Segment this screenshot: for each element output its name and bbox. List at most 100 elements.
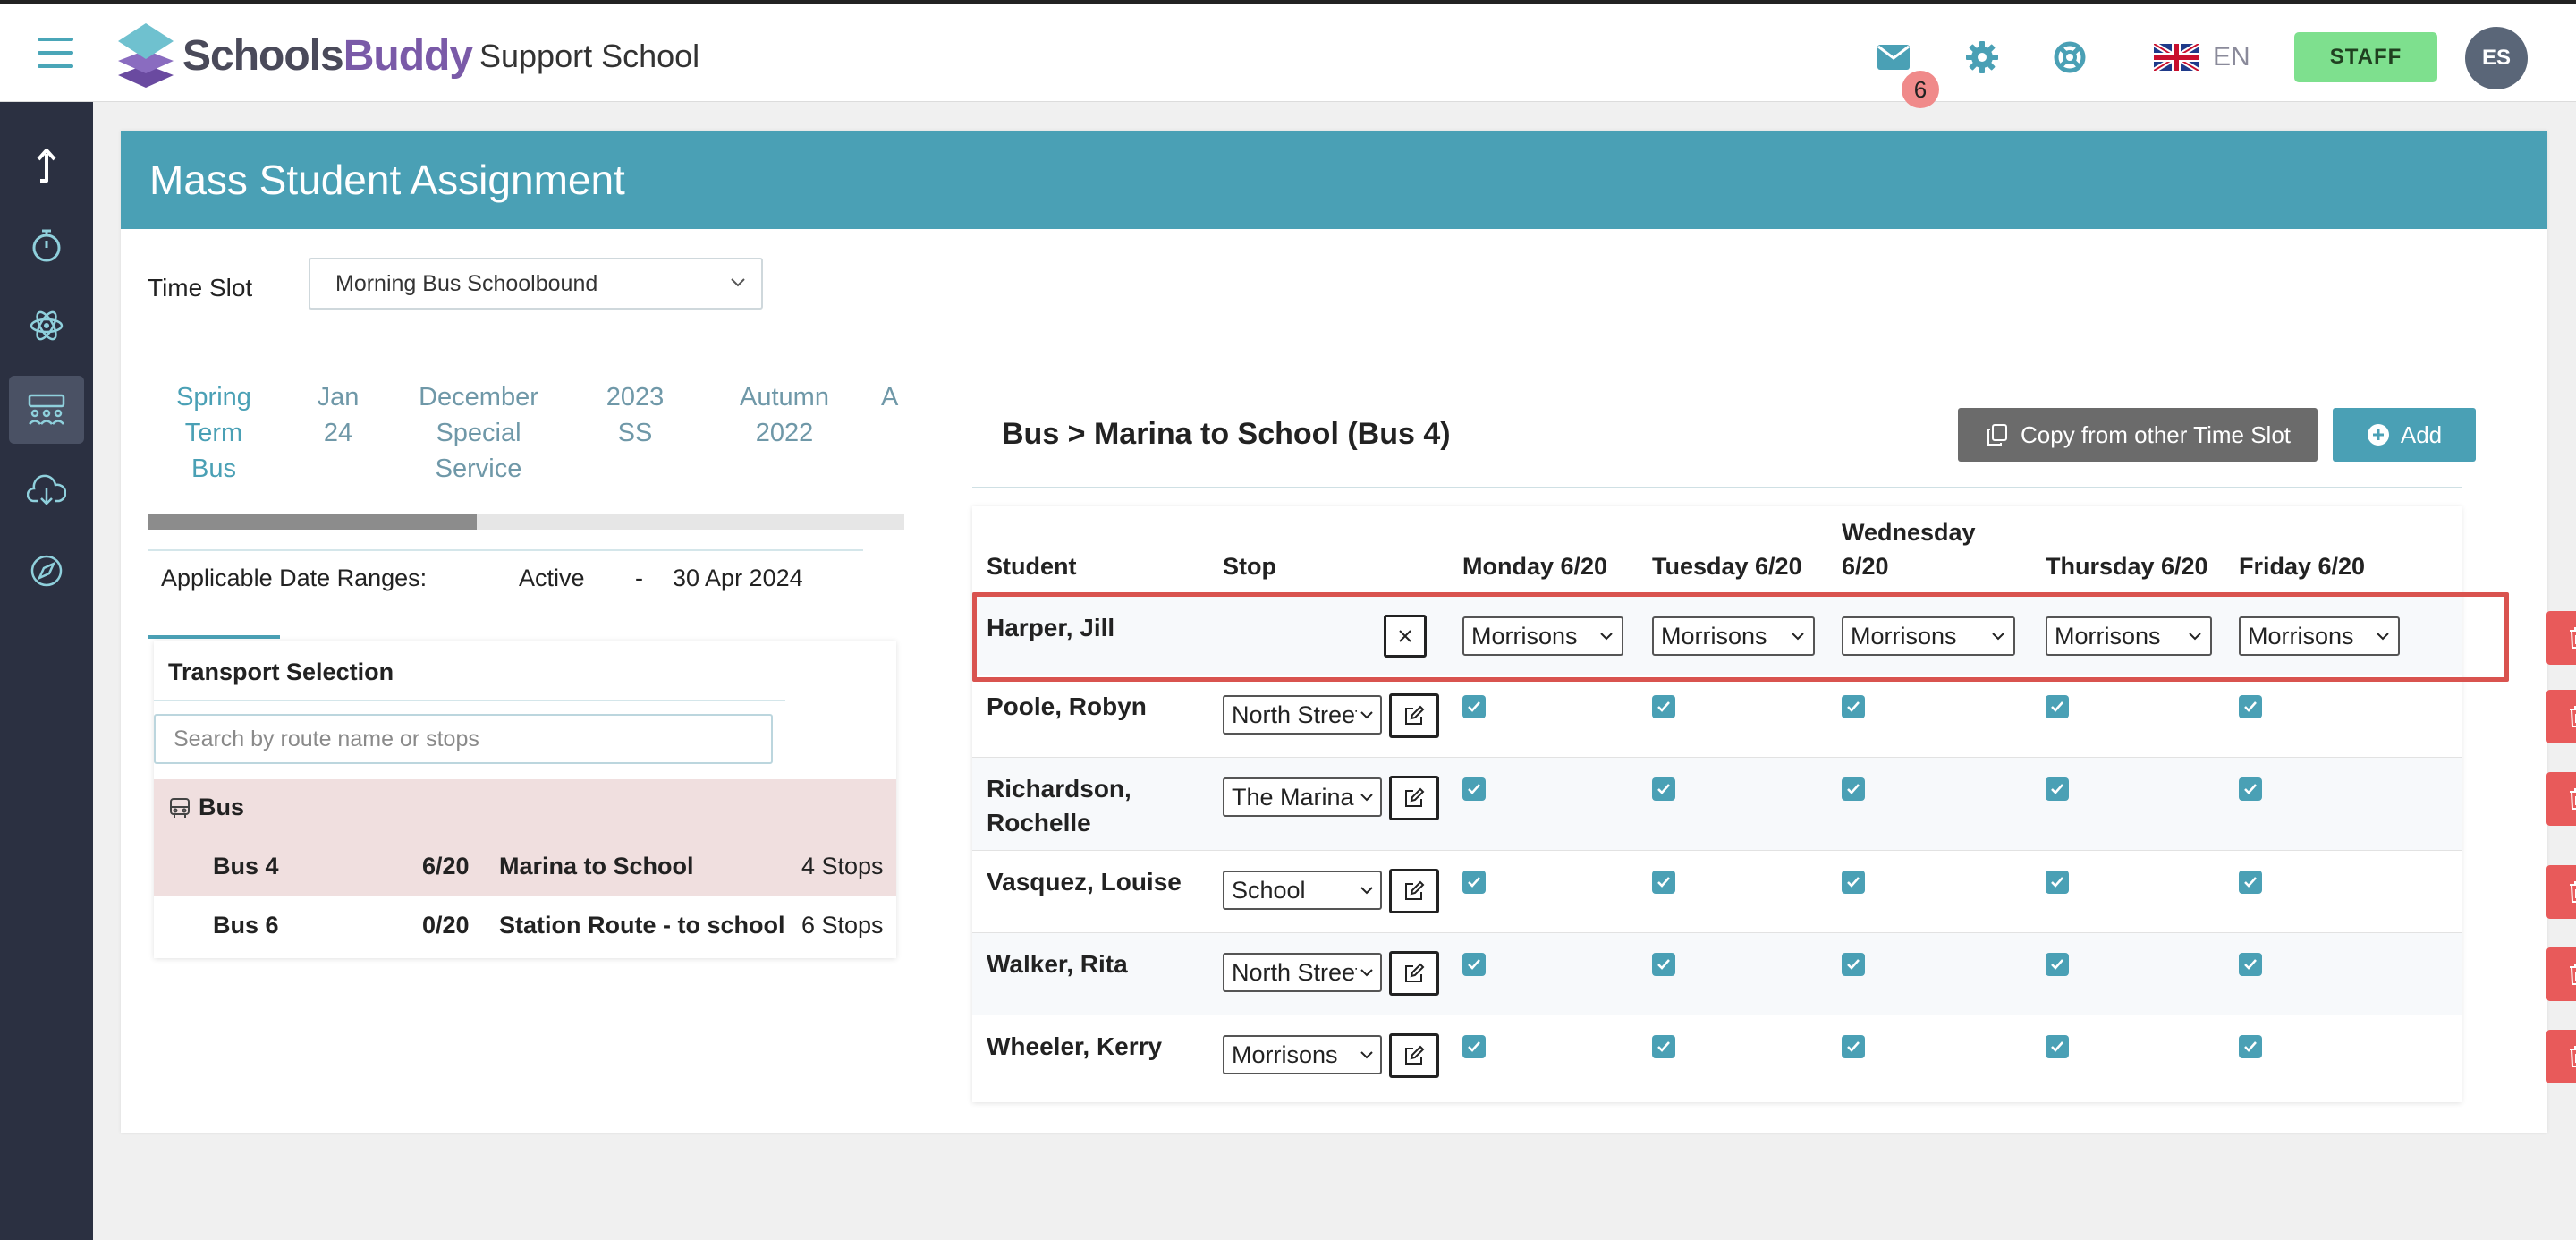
tuesday-checkbox[interactable] — [1652, 1035, 1675, 1058]
route-row-bus-4[interactable]: Bus 4 6/20 Marina to School 4 Stops — [154, 837, 896, 894]
thursday-stop-select[interactable]: Morrisons — [2046, 616, 2212, 656]
delete-row-button[interactable] — [2546, 772, 2576, 826]
select-value: North Street — [1232, 701, 1357, 728]
check-icon — [1847, 1041, 1860, 1052]
divider — [148, 549, 863, 551]
sidebar-item-upload[interactable] — [9, 131, 84, 199]
check-icon — [2051, 959, 2063, 970]
sidebar-item-download[interactable] — [9, 456, 84, 524]
wednesday-checkbox[interactable] — [1842, 1035, 1865, 1058]
chevron-down-icon — [1600, 633, 1613, 641]
wednesday-checkbox[interactable] — [1842, 953, 1865, 976]
route-capacity: 6/20 — [422, 853, 470, 879]
check-icon — [1468, 1041, 1480, 1052]
friday-checkbox[interactable] — [2239, 777, 2262, 801]
sidebar-item-timer[interactable] — [9, 211, 84, 279]
card-header: Mass Student Assignment — [121, 131, 2547, 229]
delete-row-button[interactable] — [2546, 611, 2576, 665]
delete-row-button[interactable] — [2546, 865, 2576, 919]
divider — [154, 700, 785, 701]
tab-label-line: A — [881, 383, 899, 412]
top-bar: SchoolsBuddy Support School 6 EN STAFF E… — [0, 0, 2576, 108]
select-value: The Marina — [1232, 783, 1354, 811]
route-row-bus-6[interactable]: Bus 6 0/20 Station Route - to school 6 S… — [154, 896, 896, 953]
stop-select[interactable]: North Street — [1223, 695, 1382, 735]
term-tabs: Spring Term Bus Jan 24 December Special … — [148, 379, 904, 639]
staff-role-button[interactable]: STAFF — [2294, 32, 2437, 82]
tab-2023-ss[interactable]: 2023 SS — [568, 379, 702, 451]
time-slot-select[interactable]: Morning Bus Schoolbound — [309, 258, 763, 310]
monday-checkbox[interactable] — [1462, 953, 1486, 976]
menu-toggle-icon[interactable] — [38, 38, 73, 68]
clear-stop-button[interactable] — [1384, 615, 1427, 658]
tab-spring-term-bus[interactable]: Spring Term Bus — [148, 379, 280, 487]
wednesday-checkbox[interactable] — [1842, 695, 1865, 718]
tab-jan-24[interactable]: Jan 24 — [289, 379, 387, 451]
friday-checkbox[interactable] — [2239, 695, 2262, 718]
stop-select[interactable]: School — [1223, 871, 1382, 910]
wednesday-stop-select[interactable]: Morrisons — [1842, 616, 2015, 656]
chevron-down-icon — [1360, 794, 1373, 802]
notification-badge: 6 — [1902, 71, 1939, 108]
tab-autumn-2022[interactable]: Autumn 2022 — [706, 379, 863, 451]
tuesday-stop-select[interactable]: Morrisons — [1652, 616, 1815, 656]
route-search-input[interactable] — [154, 714, 773, 764]
selected-route-title: Bus > Marina to School (Bus 4) — [1002, 417, 1451, 451]
bus-group-header[interactable]: Bus — [168, 794, 244, 821]
monday-checkbox[interactable] — [1462, 777, 1486, 801]
edit-stop-button[interactable] — [1389, 693, 1439, 738]
stop-select[interactable]: North Street — [1223, 953, 1382, 992]
delete-row-button[interactable] — [2546, 1030, 2576, 1083]
scrollbar-thumb[interactable] — [148, 514, 477, 530]
delete-row-button[interactable] — [2546, 690, 2576, 743]
friday-stop-select[interactable]: Morrisons — [2239, 616, 2400, 656]
check-icon — [1847, 959, 1860, 970]
wednesday-checkbox[interactable] — [1842, 777, 1865, 801]
monday-checkbox[interactable] — [1462, 695, 1486, 718]
chevron-down-icon — [1360, 887, 1373, 895]
tuesday-checkbox[interactable] — [1652, 871, 1675, 894]
tab-label-line: Autumn — [740, 383, 829, 412]
delete-row-button[interactable] — [2546, 947, 2576, 1001]
tabs-scrollbar[interactable] — [148, 514, 904, 530]
tab-december-special-service[interactable]: December Special Service — [389, 379, 568, 487]
help-lifebuoy-icon[interactable] — [2052, 39, 2088, 75]
sidebar-item-transport[interactable] — [9, 376, 84, 444]
sidebar-item-activities[interactable] — [9, 292, 84, 360]
user-avatar[interactable]: ES — [2465, 27, 2528, 89]
edit-stop-button[interactable] — [1389, 776, 1439, 820]
thursday-checkbox[interactable] — [2046, 871, 2069, 894]
edit-stop-button[interactable] — [1389, 1033, 1439, 1078]
mail-icon[interactable] — [1876, 39, 1911, 75]
chevron-down-icon — [2189, 633, 2201, 641]
tab-label-line: December — [419, 383, 538, 412]
friday-checkbox[interactable] — [2239, 953, 2262, 976]
friday-checkbox[interactable] — [2239, 871, 2262, 894]
stop-select[interactable]: Morrisons — [1223, 1035, 1382, 1074]
tuesday-checkbox[interactable] — [1652, 777, 1675, 801]
copy-from-time-slot-button[interactable]: Copy from other Time Slot — [1958, 408, 2318, 462]
stop-select[interactable]: The Marina — [1223, 777, 1382, 817]
tab-partial[interactable]: A — [881, 379, 904, 415]
tuesday-checkbox[interactable] — [1652, 695, 1675, 718]
thursday-checkbox[interactable] — [2046, 777, 2069, 801]
language-selector[interactable]: EN — [2154, 39, 2250, 75]
wednesday-checkbox[interactable] — [1842, 871, 1865, 894]
add-student-button[interactable]: Add — [2333, 408, 2476, 462]
settings-gear-icon[interactable] — [1964, 39, 2000, 75]
edit-stop-button[interactable] — [1389, 869, 1439, 913]
tuesday-checkbox[interactable] — [1652, 953, 1675, 976]
sidebar-item-explore[interactable] — [9, 537, 84, 605]
thursday-checkbox[interactable] — [2046, 953, 2069, 976]
monday-stop-select[interactable]: Morrisons — [1462, 616, 1623, 656]
edit-stop-button[interactable] — [1389, 951, 1439, 996]
monday-checkbox[interactable] — [1462, 871, 1486, 894]
tab-label-line: Service — [435, 454, 522, 483]
thursday-checkbox[interactable] — [2046, 1035, 2069, 1058]
brand-logo[interactable]: SchoolsBuddy — [116, 21, 473, 89]
thursday-checkbox[interactable] — [2046, 695, 2069, 718]
monday-checkbox[interactable] — [1462, 1035, 1486, 1058]
friday-checkbox[interactable] — [2239, 1035, 2262, 1058]
check-icon — [1847, 877, 1860, 888]
select-value: Morrisons — [1471, 622, 1578, 650]
